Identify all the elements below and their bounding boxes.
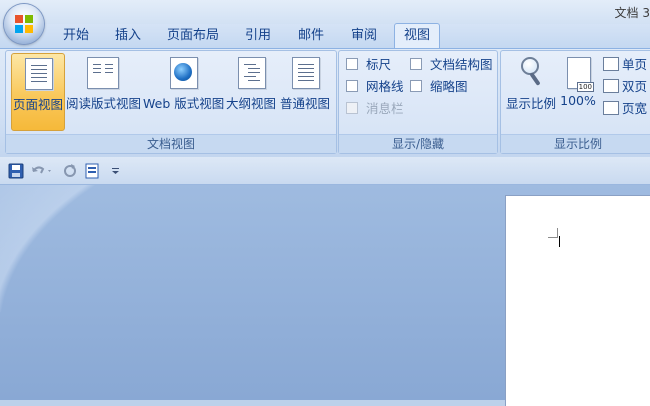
group-label-document-views: 文档视图: [6, 134, 336, 153]
checkbox-box[interactable]: [346, 80, 358, 92]
checkbox-box[interactable]: [410, 80, 422, 92]
two-pages-icon: [603, 79, 619, 93]
web-layout-button[interactable]: Web 版式视图: [143, 53, 225, 129]
checkbox-box[interactable]: [346, 102, 358, 114]
tab-home[interactable]: 开始: [54, 24, 98, 48]
document-map-label: 文档结构图: [430, 57, 493, 72]
tab-mailings[interactable]: 邮件: [289, 24, 333, 48]
thumbnails-checkbox[interactable]: 缩略图: [410, 78, 468, 96]
title-bar: 文档 3: [0, 0, 650, 24]
page-width-icon: [603, 101, 619, 115]
group-label-show-hide: 显示/隐藏: [339, 134, 497, 153]
tab-view[interactable]: 视图: [394, 23, 440, 48]
office-logo-icon: [15, 15, 33, 33]
checkbox-box[interactable]: [346, 58, 358, 70]
gridlines-label: 网格线: [366, 79, 404, 94]
zoom-100-label: 100%: [560, 93, 596, 108]
print-layout-quick-button[interactable]: [84, 163, 100, 179]
thumbnails-label: 缩略图: [430, 79, 468, 94]
office-button[interactable]: [4, 4, 44, 44]
page-100-icon: 100: [567, 57, 594, 92]
gridlines-checkbox[interactable]: 网格线: [346, 78, 404, 96]
print-layout-label: 页面视图: [12, 97, 63, 112]
zoom-100-button[interactable]: 100 100%: [560, 53, 596, 129]
draft-icon: [292, 57, 320, 89]
one-page-button[interactable]: 单页: [603, 56, 647, 74]
tab-page-layout[interactable]: 页面布局: [160, 24, 226, 48]
redo-button[interactable]: [62, 163, 78, 179]
customize-toolbar-button[interactable]: [108, 163, 124, 179]
draft-button[interactable]: 普通视图: [279, 53, 331, 129]
document-page[interactable]: [505, 195, 650, 406]
two-pages-label: 双页: [622, 79, 648, 94]
tab-review[interactable]: 审阅: [342, 24, 386, 48]
document-map-checkbox[interactable]: 文档结构图: [410, 56, 493, 74]
print-layout-button[interactable]: 页面视图: [11, 53, 65, 131]
draft-label: 普通视图: [279, 96, 330, 111]
zoom-button[interactable]: 显示比例: [505, 53, 557, 129]
page-layout-icon: [85, 163, 99, 179]
one-page-icon: [603, 57, 619, 71]
full-screen-reading-button[interactable]: 阅读版式视图: [66, 53, 142, 129]
undo-button[interactable]: [30, 163, 54, 179]
globe-icon: [174, 63, 192, 81]
group-label-zoom: 显示比例: [501, 134, 650, 153]
magnifier-icon: [519, 57, 543, 89]
zoom-label: 显示比例: [505, 96, 556, 111]
ruler-checkbox[interactable]: 标尺: [346, 56, 391, 74]
message-bar-checkbox[interactable]: 消息栏: [346, 100, 404, 118]
margin-corner-mark: [548, 228, 558, 238]
checkbox-box[interactable]: [410, 58, 422, 70]
tab-insert[interactable]: 插入: [106, 24, 150, 48]
outline-button[interactable]: 大纲视图: [225, 53, 277, 129]
dropdown-arrow-icon: [112, 168, 119, 174]
one-page-label: 单页: [622, 57, 648, 72]
reading-layout-icon: [87, 57, 119, 89]
page-width-label: 页宽: [622, 101, 648, 116]
tab-references[interactable]: 引用: [236, 24, 280, 48]
message-bar-label: 消息栏: [366, 101, 404, 116]
web-layout-icon: [170, 57, 198, 89]
save-icon: [8, 163, 24, 179]
document-title: 文档 3: [614, 6, 650, 20]
text-cursor: [559, 236, 560, 247]
outline-icon: [238, 57, 266, 89]
full-screen-reading-label: 阅读版式视图: [66, 96, 142, 111]
print-layout-icon: [25, 58, 53, 90]
outline-label: 大纲视图: [225, 96, 276, 111]
ruler-label: 标尺: [366, 57, 392, 72]
undo-icon: [32, 166, 51, 174]
save-button[interactable]: [8, 163, 24, 179]
redo-icon: [64, 164, 76, 177]
web-layout-label: Web 版式视图: [143, 96, 225, 111]
page-width-button[interactable]: 页宽: [603, 100, 647, 118]
two-pages-button[interactable]: 双页: [603, 78, 647, 96]
percent-icon-text: 100: [576, 82, 594, 92]
